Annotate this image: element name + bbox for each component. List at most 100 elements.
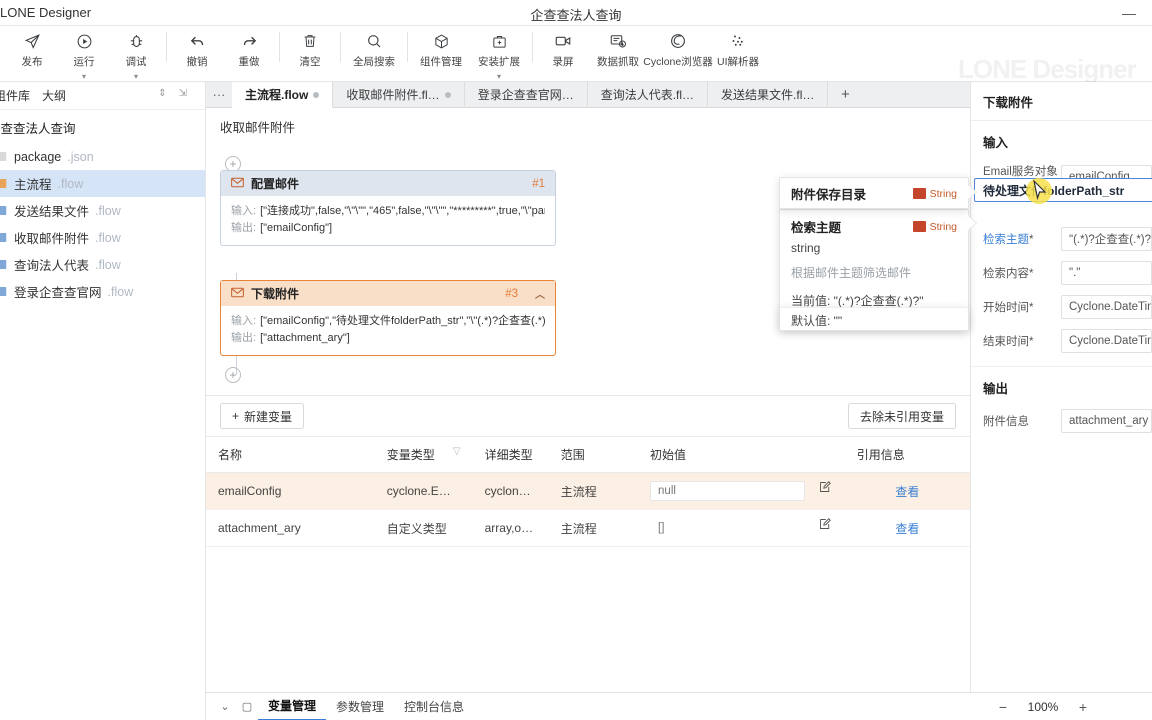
- zoom-out-button[interactable]: −: [990, 699, 1016, 715]
- column-header-type[interactable]: 变量类型 ▽: [374, 436, 473, 473]
- flow-file-icon: [0, 232, 8, 244]
- tab-overflow-icon[interactable]: ···: [206, 87, 232, 102]
- column-header-name[interactable]: 名称: [206, 436, 375, 473]
- table-row[interactable]: emailConfig cyclone.Ema… cyclone.E… 主流程 …: [206, 472, 970, 510]
- bottom-tab-variables[interactable]: 变量管理: [258, 693, 327, 720]
- chevron-down-icon[interactable]: ▾: [134, 72, 138, 81]
- tab-receive-mail-attachment[interactable]: 收取邮件附件.fl…: [333, 81, 465, 108]
- tab-main-flow[interactable]: 主流程.flow: [232, 81, 334, 108]
- toolbar-debug-button[interactable]: 调试 ▾: [110, 26, 162, 81]
- tab-label: 收取邮件附件.fl…: [346, 88, 440, 102]
- toolbar-label: 发布: [21, 56, 43, 68]
- property-field-search-content[interactable]: 检索内容* ".": [971, 256, 1152, 290]
- sidebar-tab-component-library[interactable]: 组件库: [0, 87, 30, 104]
- chevron-down-icon[interactable]: ▾: [497, 72, 501, 81]
- sidebar-file-ext: .json: [67, 149, 94, 164]
- sidebar-item-receive-mail-attachment[interactable]: 收取邮件附件 .flow: [0, 224, 205, 251]
- property-field-attachment-info[interactable]: 附件信息 attachment_ary: [971, 404, 1152, 438]
- toolbar-cyclone-browser-button[interactable]: Cyclone浏览器: [643, 26, 713, 74]
- sidebar-item-package-json[interactable]: package .json: [0, 143, 205, 170]
- chevron-up-icon[interactable]: ︿: [535, 286, 545, 301]
- panel-icon[interactable]: ▢: [236, 700, 258, 713]
- tooltip-type-label: String: [929, 220, 957, 233]
- left-sidebar: 组件库 大纲 ⇕ ⇲ 企查查法人查询 package .json 主流程 .flow: [0, 82, 206, 720]
- tab-modified-dot[interactable]: [444, 91, 451, 98]
- toolbar-undo-button[interactable]: 撤销: [171, 26, 223, 74]
- edit-icon[interactable]: [819, 481, 831, 496]
- remove-unreferenced-variables-button[interactable]: 去除未引用变量: [847, 403, 956, 429]
- property-field-start-time[interactable]: 开始时间* Cyclone.DateTime: [971, 290, 1152, 324]
- toolbar-run-button[interactable]: 运行 ▾: [58, 26, 110, 81]
- dragged-variable-chip[interactable]: 待处理文件folderPath_str: [974, 178, 1152, 202]
- tooltip-type-label: String: [929, 187, 957, 200]
- sidebar-item-main-flow[interactable]: 主流程 .flow: [0, 170, 205, 197]
- add-node-button-bottom[interactable]: +: [225, 367, 241, 383]
- column-header-detail-type[interactable]: 详细类型: [472, 436, 549, 473]
- column-header-scope[interactable]: 范围: [548, 436, 639, 473]
- package-icon: [433, 30, 450, 52]
- column-header-initial-value[interactable]: 初始值: [638, 436, 845, 473]
- bottom-tab-parameters[interactable]: 参数管理: [326, 693, 394, 720]
- toolbar-global-search-button[interactable]: 全局搜索: [345, 26, 403, 74]
- toolbar-redo-button[interactable]: 重做: [223, 26, 275, 74]
- toolbar-label: 全局搜索: [353, 56, 395, 68]
- initial-value-input[interactable]: null: [650, 481, 806, 501]
- toolbar-component-manager-button[interactable]: 组件管理: [412, 26, 470, 74]
- column-header-type-label: 变量类型: [386, 448, 435, 462]
- flow-node-configure-mail[interactable]: 配置邮件 #1 输入: ["连接成功",false,"\"\"","465",f…: [220, 170, 556, 246]
- new-tab-button[interactable]: +: [828, 86, 862, 103]
- node-title: 下载附件: [251, 287, 300, 301]
- node-header[interactable]: 配置邮件 #1: [221, 171, 555, 196]
- cell-detail-type: array,obj…: [472, 509, 549, 547]
- toolbar-install-extension-button[interactable]: 安装扩展 ▾: [470, 26, 528, 81]
- sidebar-tab-outline[interactable]: 大纲: [42, 87, 66, 104]
- toolbar-label: 重做: [238, 56, 260, 68]
- minimize-button[interactable]: —: [1114, 3, 1144, 23]
- toolbar-record-screen-button[interactable]: 录屏: [537, 26, 589, 74]
- tab-modified-dot[interactable]: [313, 91, 320, 98]
- property-field-end-time[interactable]: 结束时间* Cyclone.DateTime: [971, 324, 1152, 358]
- sidebar-item-query-legal-rep[interactable]: 查询法人代表 .flow: [0, 251, 205, 278]
- collapse-all-icon[interactable]: ⇲: [179, 88, 187, 99]
- sidebar-item-send-result-file[interactable]: 发送结果文件 .flow: [0, 197, 205, 224]
- field-input[interactable]: Cyclone.DateTime: [1061, 329, 1152, 353]
- field-input[interactable]: attachment_ary: [1061, 409, 1152, 433]
- cell-initial-value: []: [638, 509, 845, 547]
- field-input[interactable]: ".": [1061, 261, 1152, 285]
- sidebar-item-login-qcc[interactable]: 登录企查查官网 .flow: [0, 278, 205, 305]
- toolbar-publish-button[interactable]: 发布: [6, 26, 58, 74]
- toolbar-ui-parser-button[interactable]: UI解析器: [709, 26, 767, 74]
- filter-icon[interactable]: ▽: [453, 446, 461, 457]
- bottom-tab-console[interactable]: 控制台信息: [394, 693, 474, 720]
- field-input[interactable]: Cyclone.DateTime: [1061, 295, 1152, 319]
- tab-query-legal-rep[interactable]: 查询法人代表.fl…: [588, 81, 709, 108]
- chevron-down-icon[interactable]: ▾: [82, 72, 86, 81]
- toolbar-label: 录屏: [552, 56, 574, 68]
- toolbar-data-capture-button[interactable]: 数据抓取: [589, 26, 647, 74]
- new-variable-button[interactable]: + 新建变量: [220, 403, 305, 429]
- node-header[interactable]: 下载附件 #3 ︿: [221, 281, 555, 306]
- initial-value-input[interactable]: []: [650, 518, 806, 538]
- view-reference-link[interactable]: 查看: [895, 522, 919, 536]
- table-row[interactable]: attachment_ary 自定义类型 array,obj… 主流程 [] 查…: [206, 509, 970, 547]
- column-header-reference-info[interactable]: 引用信息: [844, 436, 970, 473]
- chevron-down-icon[interactable]: ⌄: [214, 700, 236, 713]
- zoom-level-value[interactable]: 100%: [1016, 700, 1070, 714]
- toolbar-divider: [279, 32, 280, 62]
- node-input-value: ["emailConfig","待处理文件folderPath_str","\"…: [260, 315, 545, 327]
- undo-icon: [189, 30, 206, 52]
- toolbar-clear-button[interactable]: 清空: [284, 26, 336, 74]
- tab-login-qcc[interactable]: 登录企查查官网…: [465, 81, 588, 108]
- toolbar-label: 组件管理: [420, 56, 462, 68]
- zoom-in-button[interactable]: +: [1070, 699, 1096, 715]
- flow-node-download-attachment[interactable]: 下载附件 #3 ︿ 输入: ["emailConfig","待处理文件folde…: [220, 280, 556, 356]
- expand-collapse-icon[interactable]: ⇕: [158, 88, 166, 99]
- tooltip-type-badge: String: [912, 187, 957, 200]
- property-field-search-subject[interactable]: 检索主题* "(.*)?企查查(.*)?": [971, 222, 1152, 256]
- edit-icon[interactable]: [819, 518, 831, 533]
- cell-variable-type: cyclone.Ema…: [374, 472, 473, 510]
- tab-send-result-file[interactable]: 发送结果文件.fl…: [708, 81, 829, 108]
- node-output-row: 输出: ["attachment_ary"]: [231, 330, 545, 347]
- field-input[interactable]: "(.*)?企查查(.*)?": [1061, 227, 1152, 251]
- view-reference-link[interactable]: 查看: [895, 485, 919, 499]
